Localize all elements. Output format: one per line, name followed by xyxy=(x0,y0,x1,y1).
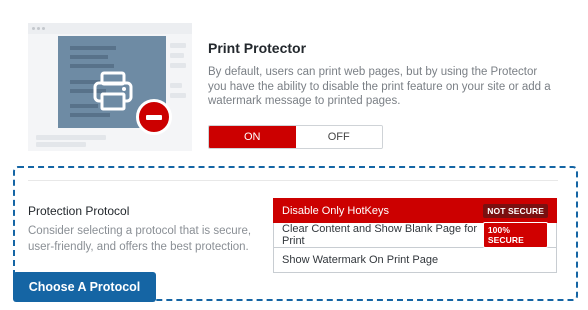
print-protector-description: By default, users can print web pages, b… xyxy=(208,66,551,107)
option-label: Clear Content and Show Blank Page for Pr… xyxy=(282,223,478,247)
toggle-on-button[interactable]: ON xyxy=(209,126,296,148)
ghost-line xyxy=(170,53,184,58)
print-protector-toggle: ON OFF xyxy=(208,125,383,149)
print-protector-illustration xyxy=(28,23,192,151)
ghost-line xyxy=(170,83,182,88)
window-dot xyxy=(37,27,40,30)
protection-protocol-title: Protection Protocol xyxy=(28,204,130,218)
protocol-options-list: Disable Only HotKeys NOT SECURE Clear Co… xyxy=(273,198,557,273)
option-label: Show Watermark On Print Page xyxy=(282,254,439,266)
ghost-line xyxy=(36,135,106,140)
no-entry-icon xyxy=(136,99,172,135)
ghost-line xyxy=(36,142,86,147)
protection-protocol-description: Consider selecting a protocol that is se… xyxy=(28,225,252,253)
choose-protocol-callout[interactable]: Choose A Protocol xyxy=(13,272,156,302)
toggle-off-button[interactable]: OFF xyxy=(295,126,382,148)
window-dot xyxy=(42,27,45,30)
print-protector-title: Print Protector xyxy=(208,40,307,56)
not-secure-badge: NOT SECURE xyxy=(483,203,548,218)
printer-icon xyxy=(93,71,133,111)
protocol-option-disable-hotkeys[interactable]: Disable Only HotKeys NOT SECURE xyxy=(273,198,557,223)
window-dot xyxy=(32,27,35,30)
doc-line xyxy=(70,55,108,59)
section-divider xyxy=(28,180,558,181)
option-label: Disable Only HotKeys xyxy=(282,204,389,217)
illustration-window-bar xyxy=(28,23,192,34)
no-entry-bar xyxy=(146,115,162,120)
protocol-option-clear-content[interactable]: Clear Content and Show Blank Page for Pr… xyxy=(273,222,557,248)
secure-badge: 100% SECURE xyxy=(482,222,548,248)
ghost-line xyxy=(170,93,186,98)
doc-line xyxy=(70,46,116,50)
ghost-line xyxy=(170,63,186,68)
protocol-option-show-watermark[interactable]: Show Watermark On Print Page xyxy=(273,248,557,273)
ghost-line xyxy=(170,43,186,48)
